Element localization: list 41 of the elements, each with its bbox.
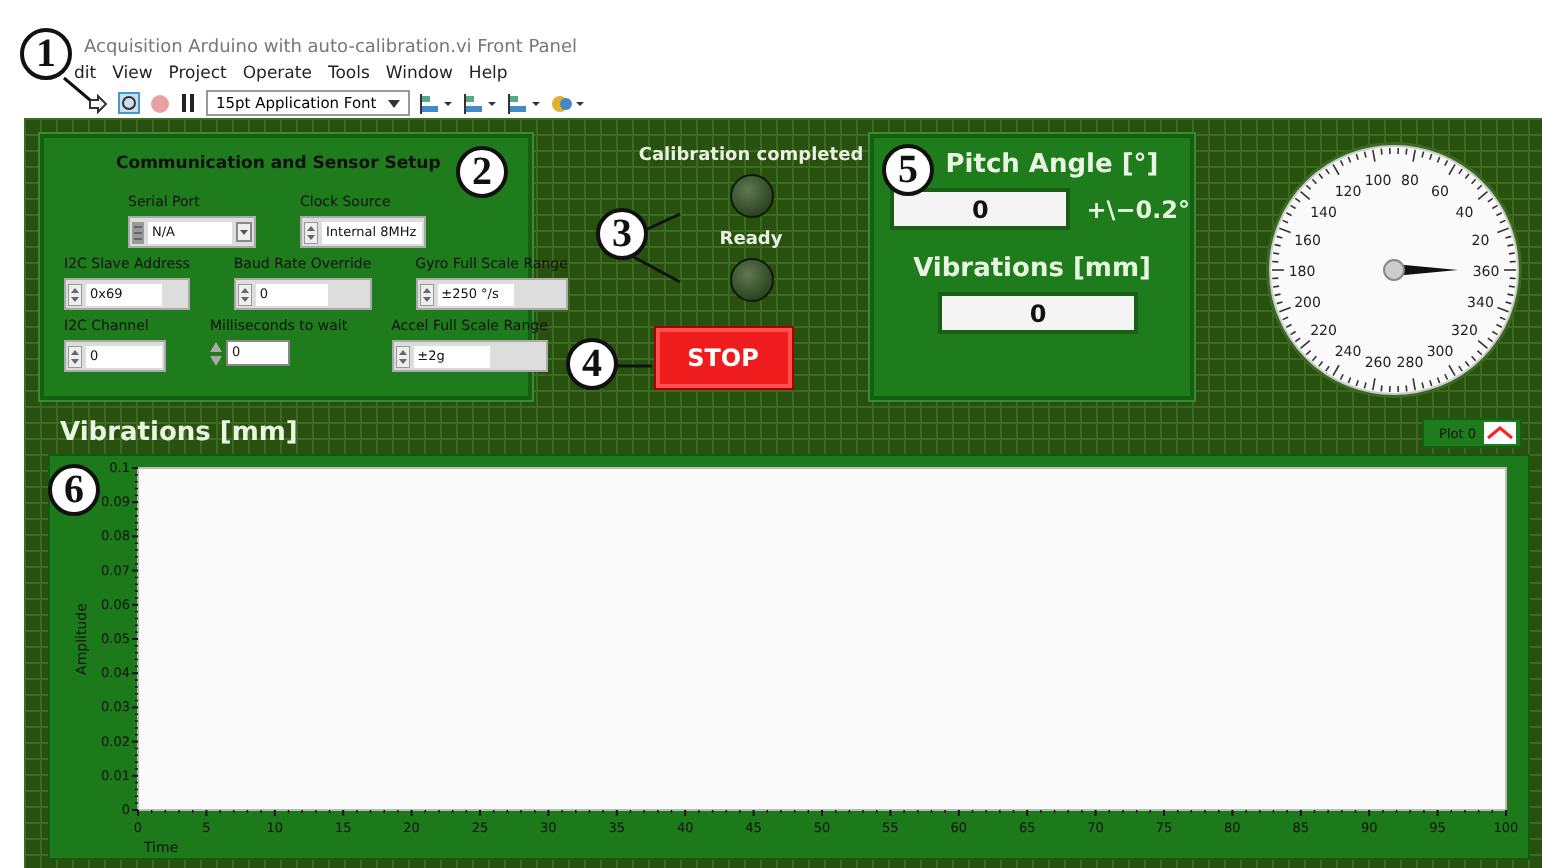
menu-item[interactable]: Window <box>385 62 453 88</box>
stop-button[interactable]: STOP <box>653 326 793 390</box>
callout-number: 4 <box>566 338 618 390</box>
reorder-icon[interactable] <box>552 93 587 113</box>
menu-item[interactable]: Project <box>168 62 227 88</box>
resource-icon <box>132 221 144 243</box>
run-arrow-icon[interactable] <box>88 93 108 113</box>
spin-arrows-icon[interactable] <box>237 283 252 305</box>
callout-number: 1 <box>20 28 72 80</box>
run-continuously-icon[interactable] <box>118 92 140 114</box>
align-objects-icon[interactable] <box>420 93 455 113</box>
menu-item[interactable]: Help <box>468 62 508 88</box>
menu-item[interactable]: View <box>112 62 153 88</box>
panel-title: Vibrations [mm] <box>913 254 1151 284</box>
align-objects-icon[interactable] <box>508 93 543 113</box>
callout-number: 3 <box>596 208 648 260</box>
menu-item[interactable]: Operate <box>242 62 312 88</box>
spin-arrows-icon[interactable] <box>304 221 318 243</box>
spin-arrows-icon[interactable] <box>419 283 434 305</box>
spin-arrows-icon[interactable] <box>68 345 82 367</box>
dropdown-icon[interactable] <box>236 222 252 242</box>
tolerance-label: +\−0.2° <box>1086 195 1190 223</box>
menu-item[interactable]: Tools <box>327 62 370 88</box>
pause-icon[interactable] <box>180 94 196 112</box>
panel-title: Communication and Sensor Setup <box>116 152 441 178</box>
gauge-needle[interactable] <box>1383 259 1458 281</box>
led-label: Ready <box>719 230 783 250</box>
menu-item[interactable]: dit <box>74 62 97 88</box>
graph-title: Vibrations [mm] <box>60 418 298 448</box>
caret-icon <box>388 99 401 107</box>
numeric-indicator: 0 <box>890 188 1071 230</box>
panel-title: Pitch Angle [°] <box>945 150 1159 180</box>
align-objects-icon[interactable] <box>464 93 499 113</box>
led-label: Calibration completed <box>638 146 864 166</box>
window-title: Acquisition Arduino with auto-calibration.vi Front Panel <box>84 36 578 62</box>
spin-arrows-icon[interactable] <box>395 345 410 367</box>
callout-number: 5 <box>882 144 934 196</box>
spin-arrows-icon[interactable] <box>68 283 82 305</box>
numeric-indicator: 0 <box>938 292 1138 334</box>
callout-number: 6 <box>48 464 100 516</box>
plot-line-icon <box>1484 422 1516 444</box>
